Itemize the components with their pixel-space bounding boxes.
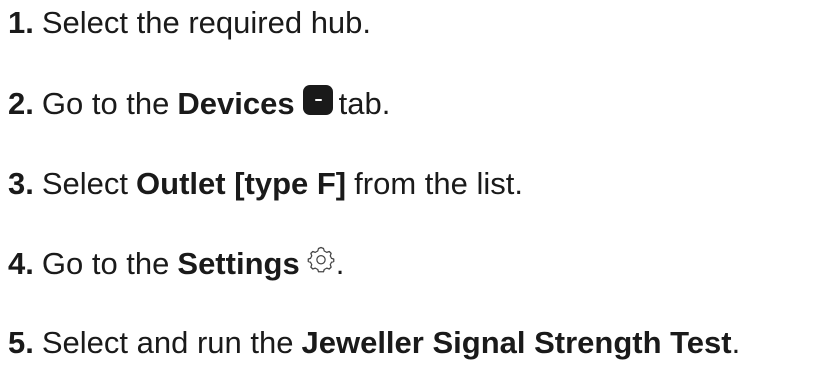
step-text: .: [731, 325, 741, 360]
settings-label: Settings: [177, 246, 300, 281]
step-text: Select the required hub.: [41, 5, 372, 40]
step-text: Select: [41, 166, 129, 201]
devices-tab-icon: [302, 85, 333, 115]
outlet-label: Outlet [type F]: [136, 166, 347, 201]
step-number: 2.: [8, 86, 34, 121]
step-text: Go to the: [41, 86, 170, 121]
step-5: 5. Select and run the Jeweller Signal St…: [8, 323, 740, 363]
step-text: Select and run the: [41, 325, 294, 360]
step-2: 2. Go to the Devices tab.: [8, 84, 390, 124]
step-number: 3.: [8, 166, 34, 201]
devices-label: Devices: [177, 86, 295, 121]
step-number: 4.: [8, 246, 34, 281]
step-text: Go to the: [41, 246, 170, 281]
step-3: 3. Select Outlet [type F] from the list.: [8, 164, 523, 204]
step-number: 1.: [8, 5, 34, 40]
test-label: Jeweller Signal Strength Test: [301, 325, 732, 360]
gear-icon: [307, 246, 335, 273]
step-text: from the list.: [354, 166, 523, 201]
step-text: tab.: [338, 86, 391, 121]
step-1: 1. Select the required hub.: [8, 3, 371, 43]
step-text: .: [335, 246, 345, 281]
step-4: 4. Go to the Settings .: [8, 244, 344, 284]
step-number: 5.: [8, 325, 34, 360]
